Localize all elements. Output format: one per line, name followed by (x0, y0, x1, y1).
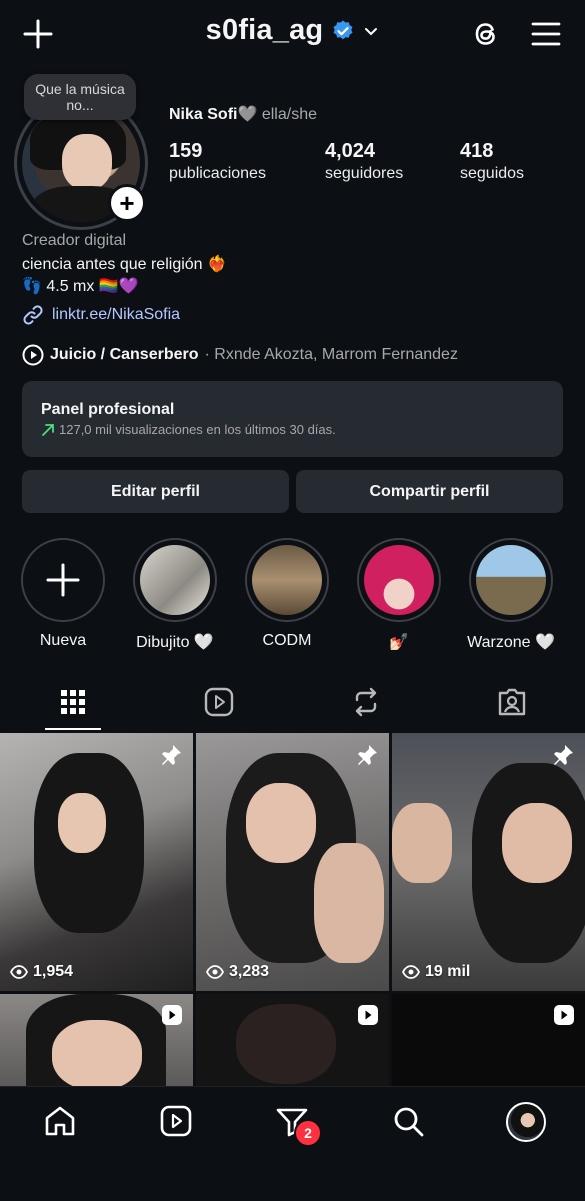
stat-followers[interactable]: 4,024 seguidores (325, 140, 403, 183)
profile-music[interactable]: Juicio / Canserbero · Rxnde Akozta, Marr… (22, 344, 458, 366)
grid-tab-icon[interactable] (55, 684, 91, 720)
edit-profile-button[interactable]: Editar perfil (22, 470, 289, 513)
link-text: linktr.ee/NikaSofia (52, 306, 181, 323)
post-thumbnail[interactable]: 3,283 (196, 733, 389, 991)
stat-label: seguidores (325, 165, 404, 182)
tagged-tab-icon[interactable] (494, 684, 530, 720)
highlight-item[interactable]: 💅🏻 (354, 538, 444, 652)
post-thumbnail[interactable] (196, 994, 389, 1086)
post-thumbnail[interactable] (392, 994, 585, 1086)
stat-label: seguidos (460, 165, 525, 182)
chevron-down-icon (363, 23, 379, 39)
verified-badge-icon (331, 19, 355, 43)
highlight-thumbnail (140, 545, 210, 615)
highlight-item[interactable]: Warzone 🤍 (466, 538, 556, 652)
post-thumbnail[interactable]: 1,954 (0, 733, 193, 991)
post-thumbnail[interactable]: 19 mil (392, 733, 585, 991)
stat-value: 159 (169, 140, 203, 162)
panel-title: Panel profesional (41, 401, 175, 418)
add-story-button[interactable]: + (108, 184, 146, 222)
reel-icon (357, 1004, 379, 1026)
plus-icon: + (119, 188, 135, 218)
pin-icon (355, 743, 379, 767)
trend-up-arrow-icon (41, 423, 55, 437)
reel-icon (553, 1004, 575, 1026)
bio-line: ciencia antes que religión ❤️‍🔥 (22, 256, 227, 273)
profile-tabs (0, 672, 585, 732)
pin-icon (551, 743, 575, 767)
highlight-thumbnail (364, 545, 434, 615)
profile-name: Nika Sofi🩶 ella/she (169, 104, 317, 124)
top-bar: s0fia_ag (0, 0, 585, 70)
stat-following[interactable]: 418 seguidos (460, 140, 524, 183)
highlight-item[interactable]: Dibujito 🤍 (130, 538, 220, 652)
post-views-count: 3,283 (229, 963, 270, 980)
display-name: Nika Sofi🩶 (169, 106, 258, 123)
reels-tab-icon[interactable] (201, 684, 237, 720)
plus-icon (28, 545, 98, 615)
reel-icon (161, 1004, 183, 1026)
bio-line: 👣 4.5 mx 🏳️‍🌈💜 (22, 278, 139, 295)
highlight-label: Warzone 🤍 (467, 634, 555, 651)
highlight-thumbnail (252, 545, 322, 615)
link-icon (22, 304, 44, 326)
bottom-navigation (0, 1086, 585, 1201)
notification-badge: 2 (294, 1119, 322, 1147)
professional-dashboard[interactable]: Panel profesional 127,0 mil visualizacio… (22, 381, 563, 457)
panel-subtitle: 127,0 mil visualizaciones en los últimos… (41, 422, 544, 437)
profile-category: Creador digital (22, 232, 127, 249)
username: s0fia_ag (205, 14, 324, 46)
stat-posts[interactable]: 159 publicaciones (169, 140, 266, 183)
active-tab-indicator (45, 728, 101, 730)
profile-avatar-nav[interactable] (506, 1102, 546, 1142)
post-views: 1,954 (10, 963, 73, 981)
post-views: 3,283 (206, 963, 269, 981)
music-song: Juicio / Canserbero (50, 346, 199, 363)
highlight-label: Nueva (39, 632, 87, 649)
eye-icon (206, 963, 224, 981)
search-icon[interactable] (390, 1103, 426, 1139)
post-views-count: 19 mil (425, 963, 471, 980)
threads-icon[interactable] (470, 18, 502, 50)
menu-icon[interactable] (530, 20, 562, 48)
play-circle-icon (22, 344, 44, 366)
share-profile-button[interactable]: Compartir perfil (296, 470, 563, 513)
pin-icon (159, 743, 183, 767)
post-views: 19 mil (402, 963, 470, 981)
eye-icon (402, 963, 420, 981)
post-thumbnail[interactable] (0, 994, 193, 1086)
home-icon[interactable] (42, 1103, 78, 1139)
highlight-label: CODM (262, 632, 312, 649)
profile-link[interactable]: linktr.ee/NikaSofia (22, 304, 180, 326)
note-bubble[interactable]: Que la música no... (24, 74, 136, 120)
eye-icon (10, 963, 28, 981)
reposts-tab-icon[interactable] (348, 684, 384, 720)
pronouns: ella/she (261, 106, 317, 123)
stat-label: publicaciones (169, 165, 266, 182)
music-artists: · Rxnde Akozta, Marrom Fernandez (204, 346, 458, 363)
highlight-item[interactable]: CODM (242, 538, 332, 650)
highlight-new[interactable]: Nueva (18, 538, 108, 650)
highlight-label: Dibujito 🤍 (136, 634, 214, 651)
reels-icon[interactable] (158, 1103, 194, 1139)
highlight-thumbnail (476, 545, 546, 615)
highlight-label: 💅🏻 (389, 634, 409, 651)
panel-subtitle-text: 127,0 mil visualizaciones en los últimos… (59, 422, 336, 437)
post-views-count: 1,954 (33, 963, 74, 980)
stat-value: 4,024 (325, 140, 376, 162)
stat-value: 418 (460, 140, 494, 162)
